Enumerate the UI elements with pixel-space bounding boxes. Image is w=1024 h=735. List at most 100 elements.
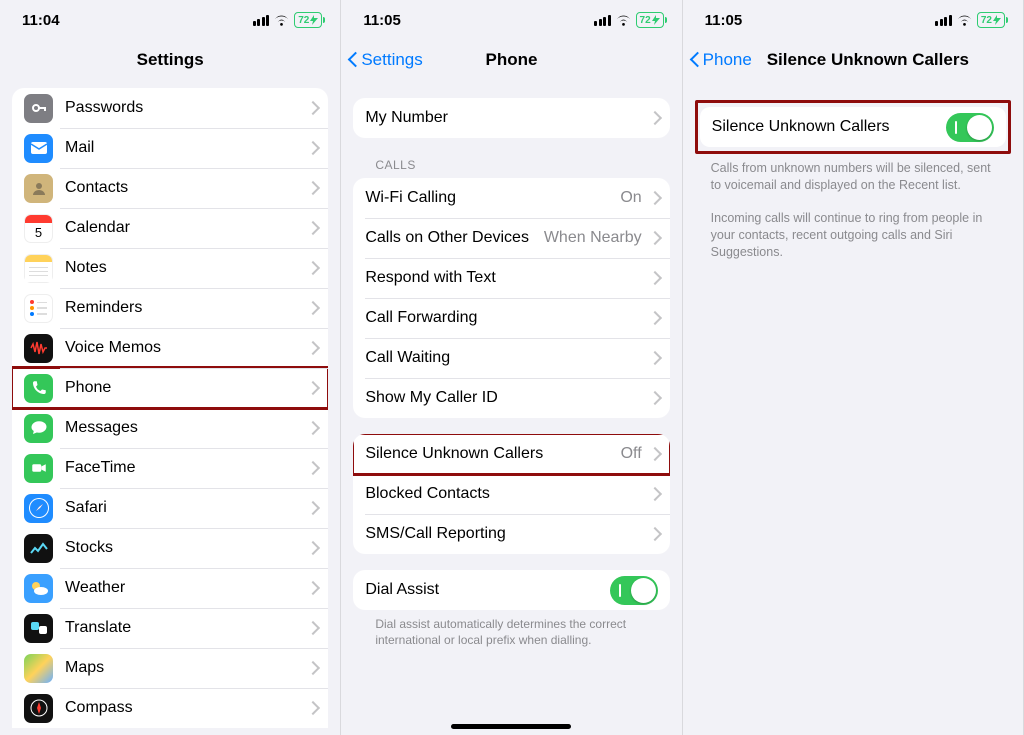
weather-icon	[24, 574, 53, 603]
chevron-right-icon	[308, 421, 316, 435]
highlighted-row: Silence Unknown Callers	[695, 100, 1011, 154]
chevron-right-icon	[650, 231, 658, 245]
row-wifi-calling[interactable]: Wi-Fi Calling On	[353, 178, 669, 218]
row-label: Phone	[65, 379, 306, 397]
row-label: FaceTime	[65, 459, 306, 477]
row-label: Contacts	[65, 179, 306, 197]
chevron-right-icon	[650, 447, 658, 461]
settings-row-facetime[interactable]: FaceTime	[12, 448, 328, 488]
settings-row-weather[interactable]: Weather	[12, 568, 328, 608]
notes-icon	[24, 254, 53, 283]
settings-row-translate[interactable]: Translate	[12, 608, 328, 648]
row-label: Weather	[65, 579, 306, 597]
back-button[interactable]: Settings	[347, 40, 422, 80]
settings-row-notes[interactable]: Notes	[12, 248, 328, 288]
row-call-waiting[interactable]: Call Waiting	[353, 338, 669, 378]
row-detail: On	[620, 189, 641, 207]
row-label: Call Waiting	[365, 349, 647, 367]
row-label: Silence Unknown Callers	[365, 445, 620, 463]
row-label: Stocks	[65, 539, 306, 557]
settings-row-maps[interactable]: Maps	[12, 648, 328, 688]
silence-settings: Silence Unknown Callers Calls from unkno…	[683, 82, 1023, 735]
wifi-icon	[956, 14, 973, 27]
chevron-left-icon	[689, 50, 701, 70]
chevron-right-icon	[308, 381, 316, 395]
settings-row-safari[interactable]: Safari	[12, 488, 328, 528]
row-label: Voice Memos	[65, 339, 306, 357]
chevron-right-icon	[308, 341, 316, 355]
dial-assist-toggle[interactable]	[610, 576, 658, 605]
back-button[interactable]: Phone	[689, 40, 752, 80]
row-my-number[interactable]: My Number	[353, 98, 669, 138]
translate-icon	[24, 614, 53, 643]
mail-icon	[24, 134, 53, 163]
chevron-right-icon	[308, 581, 316, 595]
status-icons: 72	[253, 12, 323, 28]
row-label: Mail	[65, 139, 306, 157]
settings-row-mail[interactable]: Mail	[12, 128, 328, 168]
chevron-right-icon	[308, 701, 316, 715]
row-label: SMS/Call Reporting	[365, 525, 647, 543]
row-show-caller-id[interactable]: Show My Caller ID	[353, 378, 669, 418]
home-indicator	[451, 724, 571, 729]
row-silence-toggle[interactable]: Silence Unknown Callers	[700, 107, 1006, 147]
chevron-right-icon	[650, 391, 658, 405]
phone-settings-list[interactable]: My Number CALLS Wi-Fi Calling On Calls o…	[341, 82, 681, 735]
chevron-right-icon	[308, 541, 316, 555]
status-time: 11:05	[363, 12, 401, 29]
nav-bar: Settings	[0, 40, 340, 80]
row-call-forwarding[interactable]: Call Forwarding	[353, 298, 669, 338]
phone-icon	[24, 374, 53, 403]
status-time: 11:04	[22, 12, 60, 29]
settings-row-passwords[interactable]: Passwords	[12, 88, 328, 128]
chevron-right-icon	[308, 221, 316, 235]
row-label: Notes	[65, 259, 306, 277]
row-label: Reminders	[65, 299, 306, 317]
page-title: Phone	[486, 50, 538, 70]
chevron-right-icon	[308, 301, 316, 315]
silence-toggle[interactable]	[946, 113, 994, 142]
cellular-signal-icon	[253, 15, 270, 26]
battery-icon: 72	[636, 12, 664, 28]
chevron-left-icon	[347, 50, 359, 70]
chevron-right-icon	[308, 261, 316, 275]
row-label: Passwords	[65, 99, 306, 117]
settings-row-voice-memos[interactable]: Voice Memos	[12, 328, 328, 368]
status-time: 11:05	[705, 12, 743, 29]
settings-row-reminders[interactable]: Reminders	[12, 288, 328, 328]
footer-text-2: Incoming calls will continue to ring fro…	[695, 204, 1011, 261]
settings-row-compass[interactable]: Compass	[12, 688, 328, 728]
settings-row-contacts[interactable]: Contacts	[12, 168, 328, 208]
row-label: Call Forwarding	[365, 309, 647, 327]
settings-row-phone[interactable]: Phone	[12, 368, 328, 408]
battery-icon: 72	[977, 12, 1005, 28]
calendar-icon: 5	[24, 214, 53, 243]
row-blocked-contacts[interactable]: Blocked Contacts	[353, 474, 669, 514]
row-label: Show My Caller ID	[365, 389, 647, 407]
voice-memos-icon	[24, 334, 53, 363]
row-silence-unknown-callers[interactable]: Silence Unknown Callers Off	[353, 434, 669, 474]
settings-list[interactable]: Passwords Mail Contacts 5 Calendar Notes	[0, 82, 340, 735]
row-label: Maps	[65, 659, 306, 677]
row-label: Translate	[65, 619, 306, 637]
settings-row-stocks[interactable]: Stocks	[12, 528, 328, 568]
dial-assist-footer: Dial assist automatically determines the…	[353, 610, 669, 648]
back-label: Settings	[361, 50, 422, 70]
chevron-right-icon	[308, 101, 316, 115]
status-bar: 11:04 72	[0, 0, 340, 40]
row-label: Silence Unknown Callers	[712, 118, 946, 136]
status-icons: 72	[935, 12, 1005, 28]
row-sms-call-reporting[interactable]: SMS/Call Reporting	[353, 514, 669, 554]
messages-icon	[24, 414, 53, 443]
row-calls-other-devices[interactable]: Calls on Other Devices When Nearby	[353, 218, 669, 258]
chevron-right-icon	[650, 271, 658, 285]
settings-row-calendar[interactable]: 5 Calendar	[12, 208, 328, 248]
nav-bar: Settings Phone	[341, 40, 681, 80]
status-bar: 11:05 72	[341, 0, 681, 40]
cellular-signal-icon	[935, 15, 952, 26]
settings-row-messages[interactable]: Messages	[12, 408, 328, 448]
row-dial-assist[interactable]: Dial Assist	[353, 570, 669, 610]
cellular-signal-icon	[594, 15, 611, 26]
row-respond-with-text[interactable]: Respond with Text	[353, 258, 669, 298]
chevron-right-icon	[650, 487, 658, 501]
